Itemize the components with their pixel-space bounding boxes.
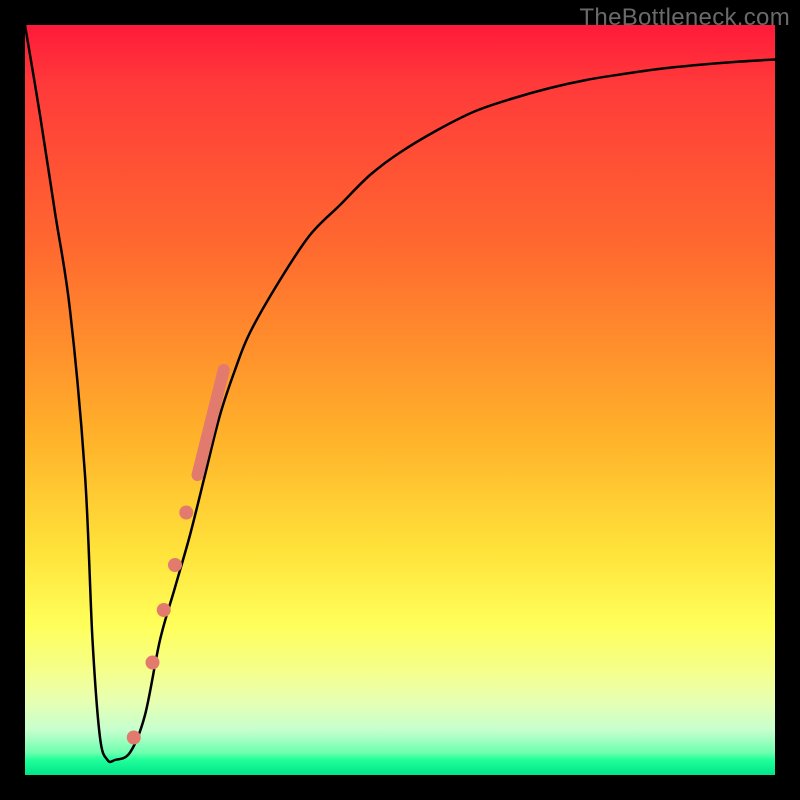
chart-svg xyxy=(25,25,775,775)
highlight-dot xyxy=(168,558,182,572)
highlight-dot xyxy=(179,506,193,520)
highlight-segment xyxy=(198,370,224,475)
highlight-dot xyxy=(146,656,160,670)
highlight-dot xyxy=(157,603,171,617)
bottleneck-curve xyxy=(25,25,775,762)
highlight-dots xyxy=(127,506,194,745)
plot-area xyxy=(25,25,775,775)
highlight-dot xyxy=(127,731,141,745)
watermark-text: TheBottleneck.com xyxy=(579,4,790,32)
chart-frame: TheBottleneck.com xyxy=(0,0,800,800)
